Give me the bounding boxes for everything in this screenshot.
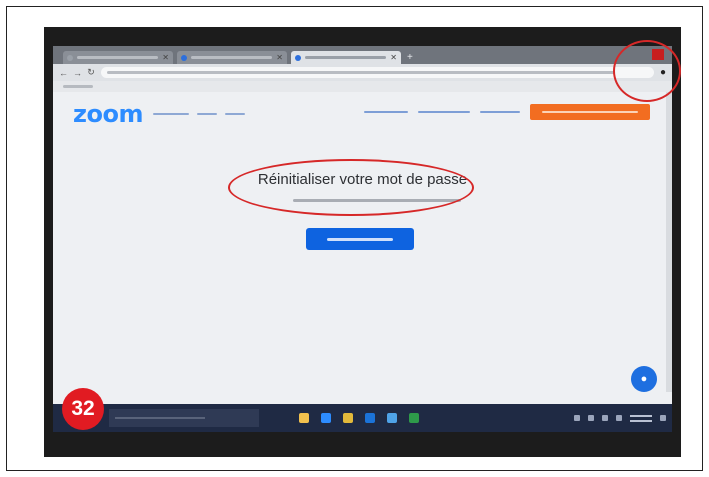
host-meeting-link[interactable] xyxy=(418,111,470,113)
arrow-left-icon[interactable]: ← xyxy=(59,68,68,78)
notifications-icon[interactable] xyxy=(660,415,666,421)
excel-icon[interactable] xyxy=(409,413,419,423)
sign-up-button[interactable] xyxy=(530,104,650,120)
step-number-badge: 32 xyxy=(62,388,104,430)
tab-favicon-icon xyxy=(295,54,301,61)
taskbar-search[interactable] xyxy=(109,409,259,427)
annotation-ellipse-window-corner xyxy=(613,40,681,102)
url-field[interactable] xyxy=(101,67,654,78)
tab-favicon-icon xyxy=(181,54,187,61)
browser-tab[interactable]: ✕ xyxy=(177,51,287,64)
outlook-icon[interactable] xyxy=(365,413,375,423)
zoom-header: zoom xyxy=(53,92,672,132)
reload-icon[interactable]: ↻ xyxy=(87,67,95,78)
scrollbar[interactable] xyxy=(666,92,672,392)
tab-title xyxy=(305,56,387,59)
system-tray xyxy=(574,414,666,422)
chrome-icon[interactable] xyxy=(343,413,353,423)
tab-title xyxy=(77,56,159,59)
close-tab-icon[interactable]: ✕ xyxy=(162,53,169,62)
language-icon[interactable] xyxy=(616,415,622,421)
sign-in-link[interactable] xyxy=(480,111,520,113)
nav-link[interactable] xyxy=(224,113,245,115)
nav-link[interactable] xyxy=(196,113,217,115)
browser-tab[interactable]: ✕ xyxy=(63,51,173,64)
store-icon[interactable] xyxy=(387,413,397,423)
browser-tab-active[interactable]: ✕ xyxy=(291,51,401,64)
zoom-nav-links xyxy=(152,113,245,115)
bookmark-item[interactable] xyxy=(63,85,93,88)
close-tab-icon[interactable]: ✕ xyxy=(276,53,283,62)
annotation-ellipse-headline xyxy=(228,159,474,216)
nav-link[interactable] xyxy=(152,113,189,115)
close-tab-icon[interactable]: ✕ xyxy=(390,53,397,62)
chat-bubble-icon[interactable]: ● xyxy=(631,366,657,392)
sign-up-label xyxy=(542,111,638,113)
network-icon[interactable] xyxy=(588,415,594,421)
bookmarks-bar xyxy=(53,81,672,92)
tab-favicon-icon xyxy=(67,54,73,61)
address-bar-row: ← → ↻ ● xyxy=(53,64,672,81)
taskbar-clock[interactable] xyxy=(630,414,652,422)
tray-icon[interactable] xyxy=(574,415,580,421)
new-tab-icon[interactable]: + xyxy=(407,52,413,63)
arrow-right-icon[interactable]: → xyxy=(73,68,82,78)
volume-icon[interactable] xyxy=(602,415,608,421)
file-explorer-icon[interactable] xyxy=(299,413,309,423)
url-text xyxy=(107,71,616,74)
join-meeting-link[interactable] xyxy=(364,111,408,113)
monitor-photo: ✕ ✕ ✕ + ← → ↻ ● zoom Réinitialiser votre… xyxy=(44,27,681,457)
go-to-meetings-button[interactable] xyxy=(306,228,414,250)
windows-taskbar xyxy=(53,404,672,432)
screen: ✕ ✕ ✕ + ← → ↻ ● zoom Réinitialiser votre… xyxy=(53,46,672,432)
taskbar-apps xyxy=(299,413,419,423)
zoom-right-nav xyxy=(364,104,650,120)
browser-tab-bar: ✕ ✕ ✕ + xyxy=(53,46,672,64)
go-to-meetings-label xyxy=(327,237,393,241)
search-placeholder xyxy=(115,417,205,419)
zoom-logo[interactable]: zoom xyxy=(73,100,143,128)
tab-title xyxy=(191,56,273,59)
edge-icon[interactable] xyxy=(321,413,331,423)
